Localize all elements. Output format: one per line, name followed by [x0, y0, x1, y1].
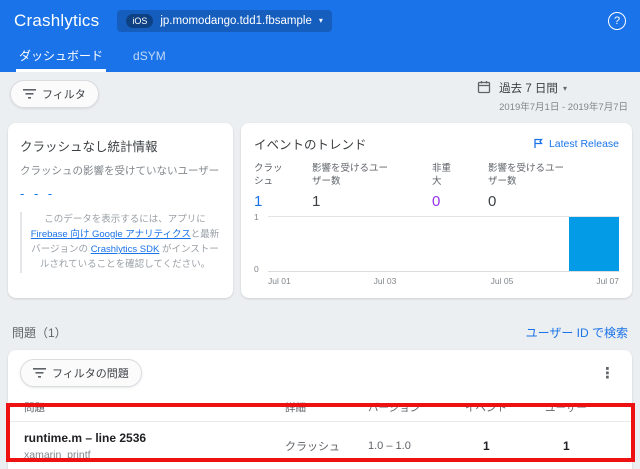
date-range-picker[interactable]: 過去 7 日間 ▾ 2019年7月1日 - 2019年7月7日	[477, 80, 630, 113]
x-tick-label: Jul 07	[596, 276, 619, 286]
crash-free-stats-card: クラッシュなし統計情報 クラッシュの影響を受けていないユーザー - - - この…	[8, 123, 233, 298]
stat-crash-affected-users: 影響を受けるユーザー数 1	[312, 162, 396, 210]
date-range-label: 過去 7 日間	[499, 80, 558, 96]
event-trend-card: イベントのトレンド Latest Release クラッシュ 1 影響を受	[241, 123, 632, 298]
stat-nonfatal-affected-users: 影響を受けるユーザー数 0	[488, 162, 572, 210]
tab-dashboard[interactable]: ダッシュボード	[16, 42, 106, 72]
issues-table-toolbar: フィルタの問題 ⋮	[8, 359, 632, 394]
y-axis-tick-label: 0	[254, 264, 259, 274]
crash-free-card-title: クラッシュなし統計情報	[20, 136, 221, 155]
crash-free-card-subtitle: クラッシュの影響を受けていないユーザー	[20, 164, 221, 180]
note-text: このデータを表示するには、アプリに	[44, 214, 206, 225]
trend-chart: 1 0 Jul 01 Jul 03 Jul 05 Jul 07	[254, 216, 619, 289]
calendar-icon	[477, 80, 491, 94]
stat-value: 1	[254, 193, 290, 210]
google-analytics-link[interactable]: Firebase 向け Google アナリティクス	[31, 229, 191, 240]
latest-release-icon	[533, 138, 544, 149]
column-header-detail: 詳細	[285, 400, 368, 415]
stat-crashes: クラッシュ 1	[254, 162, 290, 210]
column-header-issue: 問題	[24, 400, 285, 415]
app-id-label: jp.momodango.tdd1.fbsample	[160, 15, 312, 27]
stat-label: 非重大	[432, 162, 456, 189]
tab-bar: ダッシュボード dSYM	[0, 42, 640, 72]
latest-release-link[interactable]: Latest Release	[533, 138, 619, 150]
stat-label: クラッシュ	[254, 162, 290, 189]
stat-value: 0	[488, 193, 572, 210]
cards-row: クラッシュなし統計情報 クラッシュの影響を受けていないユーザー - - - この…	[8, 123, 632, 298]
platform-badge: iOS	[126, 14, 153, 29]
issue-title: runtime.m – line 2536	[24, 431, 285, 445]
filter-icon	[23, 89, 36, 99]
overflow-menu-icon[interactable]: ⋮	[595, 364, 620, 382]
help-icon[interactable]: ?	[608, 12, 626, 30]
stat-value: 1	[312, 193, 396, 210]
column-header-version: バージョン	[368, 400, 465, 415]
app-selector[interactable]: iOS jp.momodango.tdd1.fbsample ▾	[117, 10, 332, 33]
issues-header-row: 問題（1） ユーザー ID で検索	[12, 324, 628, 341]
stat-nonfatals: 非重大 0	[432, 162, 456, 210]
stat-label: 影響を受けるユーザー数	[488, 162, 572, 189]
x-axis-ticks: Jul 01 Jul 03 Jul 05 Jul 07	[268, 275, 619, 289]
filter-chip[interactable]: フィルタ	[10, 80, 99, 108]
x-tick-label: Jul 05	[491, 276, 514, 286]
issues-table-card: フィルタの問題 ⋮ 問題 詳細 バージョン イベント ユーザー runtime.…	[8, 350, 632, 469]
date-range-text: 過去 7 日間 ▾ 2019年7月1日 - 2019年7月7日	[499, 80, 628, 113]
filter-chip-label: フィルタ	[42, 86, 86, 102]
trend-stats-row: クラッシュ 1 影響を受けるユーザー数 1 非重大 0 影響を受けるユーザー数 …	[254, 162, 619, 210]
issue-cell: runtime.m – line 2536 xamarin_printf	[24, 431, 285, 461]
crash-free-note: このデータを表示するには、アプリに Firebase 向け Google アナリ…	[20, 212, 221, 273]
chevron-down-icon: ▾	[563, 84, 567, 93]
issue-subtitle: xamarin_printf	[24, 449, 285, 461]
tab-dsym[interactable]: dSYM	[130, 42, 169, 72]
issue-filter-chip-label: フィルタの問題	[52, 365, 129, 381]
crashlytics-sdk-link[interactable]: Crashlytics SDK	[91, 244, 160, 255]
trend-bar	[569, 217, 619, 271]
issue-filter-chip[interactable]: フィルタの問題	[20, 359, 142, 387]
latest-release-label: Latest Release	[549, 138, 619, 150]
search-by-user-id-link[interactable]: ユーザー ID で検索	[526, 324, 628, 341]
issue-version: 1.0 – 1.0	[368, 440, 465, 452]
trend-card-title: イベントのトレンド	[254, 134, 367, 153]
brand-title: Crashlytics	[14, 11, 99, 31]
filter-icon	[33, 368, 46, 378]
issue-row[interactable]: runtime.m – line 2536 xamarin_printf クラッ…	[8, 422, 632, 469]
stat-value: 0	[432, 193, 456, 210]
issue-detail: クラッシュ	[285, 438, 368, 454]
column-header-users: ユーザー	[545, 400, 616, 415]
x-tick-label: Jul 03	[374, 276, 397, 286]
trend-chart-plot	[268, 216, 619, 272]
x-tick-label: Jul 01	[268, 276, 291, 286]
issue-user-count: 1	[545, 439, 616, 453]
app-bar: Crashlytics iOS jp.momodango.tdd1.fbsamp…	[0, 0, 640, 42]
main-content: フィルタ 過去 7 日間 ▾ 2019年7月1日 - 2019年7月7日	[0, 72, 640, 469]
date-range-detail: 2019年7月1日 - 2019年7月7日	[499, 99, 628, 113]
table-header-row: 問題 詳細 バージョン イベント ユーザー	[8, 394, 632, 422]
crash-free-placeholder-value: - - -	[20, 186, 221, 201]
chevron-down-icon: ▾	[319, 16, 323, 25]
filter-row: フィルタ 過去 7 日間 ▾ 2019年7月1日 - 2019年7月7日	[10, 80, 630, 113]
stat-label: 影響を受けるユーザー数	[312, 162, 396, 189]
column-header-events: イベント	[465, 400, 545, 415]
issue-event-count: 1	[465, 439, 545, 453]
crashlytics-dashboard: Crashlytics iOS jp.momodango.tdd1.fbsamp…	[0, 0, 640, 469]
issues-count-label: 問題（1）	[12, 324, 67, 341]
y-axis-tick-label: 1	[254, 212, 259, 222]
